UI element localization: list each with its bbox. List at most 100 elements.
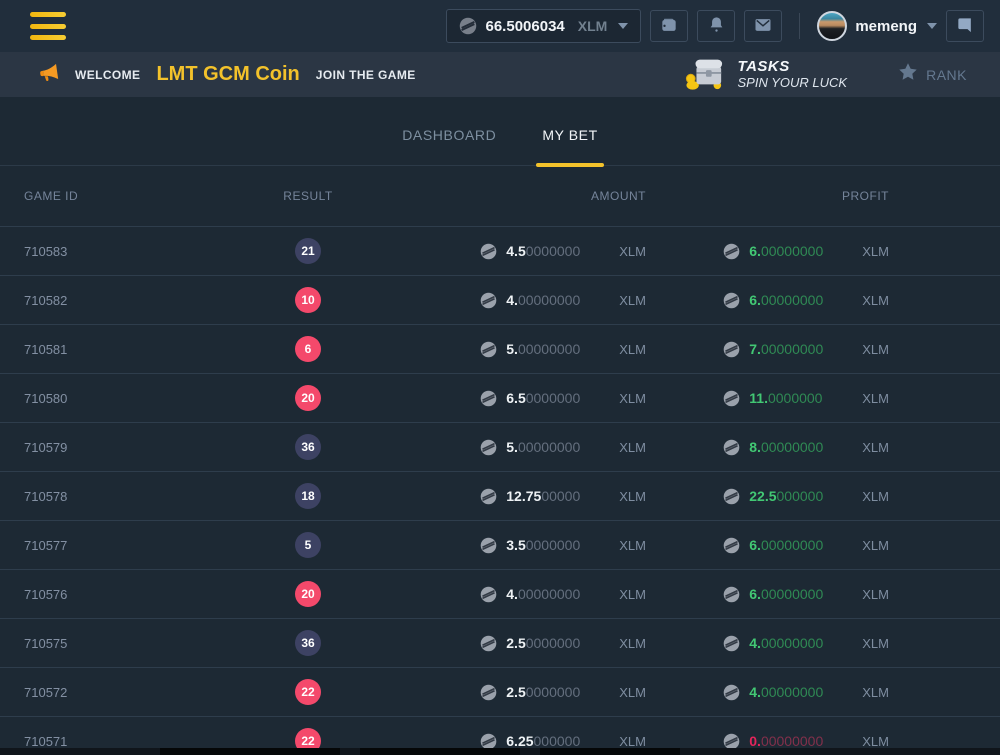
xlm-coin-icon bbox=[480, 684, 497, 701]
amount-cell: 4.50000000XLM bbox=[332, 243, 680, 260]
profit-value: 6.00000000 bbox=[749, 537, 845, 553]
game-id: 710571 bbox=[0, 734, 284, 749]
profit-cell: 7.00000000XLM bbox=[680, 341, 1000, 358]
profit-cell: 6.00000000XLM bbox=[680, 537, 1000, 554]
xlm-coin-icon bbox=[480, 390, 497, 407]
tasks-subtitle: SPIN YOUR LUCK bbox=[738, 76, 848, 91]
profit-cell: 8.00000000XLM bbox=[680, 439, 1000, 456]
xlm-coin-icon bbox=[480, 292, 497, 309]
result-cell: 20 bbox=[284, 385, 332, 411]
table-row: 710572222.50000000XLM4.00000000XLM bbox=[0, 668, 1000, 717]
xlm-coin-icon bbox=[723, 439, 740, 456]
my-bet-table: GAME ID RESULT AMOUNT PROFIT 710583214.5… bbox=[0, 166, 1000, 755]
notifications-button[interactable] bbox=[697, 10, 735, 42]
game-id: 710580 bbox=[0, 391, 284, 406]
game-id: 710581 bbox=[0, 342, 284, 357]
amount-cell: 6.50000000XLM bbox=[332, 390, 680, 407]
currency-label: XLM bbox=[619, 538, 646, 553]
amount-value: 12.7500000 bbox=[506, 488, 602, 504]
currency-label: XLM bbox=[862, 391, 889, 406]
profit-cell: 6.00000000XLM bbox=[680, 292, 1000, 309]
currency-label: XLM bbox=[862, 489, 889, 504]
amount-cell: 5.00000000 XLM bbox=[332, 439, 680, 456]
result-cell: 6 bbox=[284, 336, 332, 362]
chat-button[interactable] bbox=[946, 10, 984, 42]
currency-label: XLM bbox=[862, 685, 889, 700]
xlm-coin-icon bbox=[723, 488, 740, 505]
top-bar: 66.5006034 XLM memeng bbox=[0, 0, 1000, 52]
amount-cell: 4.00000000XLM bbox=[332, 292, 680, 309]
treasure-chest-icon bbox=[682, 53, 728, 96]
result-badge: 36 bbox=[295, 630, 321, 656]
result-badge: 21 bbox=[295, 238, 321, 264]
currency-label: XLM bbox=[619, 685, 646, 700]
table-header-row: GAME ID RESULT AMOUNT PROFIT bbox=[0, 166, 1000, 227]
amount-value: 4.00000000 bbox=[506, 586, 602, 602]
profit-value: 7.00000000 bbox=[749, 341, 845, 357]
profit-cell: 4.00000000XLM bbox=[680, 635, 1000, 652]
xlm-coin-icon bbox=[723, 243, 740, 260]
game-id: 710579 bbox=[0, 440, 284, 455]
tab-bar: DASHBOARD MY BET bbox=[0, 97, 1000, 166]
tab-my-bet[interactable]: MY BET bbox=[536, 127, 603, 165]
header-game-id: GAME ID bbox=[0, 189, 284, 203]
currency-label: XLM bbox=[619, 342, 646, 357]
username: memeng bbox=[855, 18, 917, 35]
currency-label: XLM bbox=[619, 489, 646, 504]
wallet-icon bbox=[659, 15, 679, 38]
messages-button[interactable] bbox=[744, 10, 782, 42]
profit-value: 22.5000000 bbox=[749, 488, 845, 504]
xlm-coin-icon bbox=[723, 390, 740, 407]
tasks-title: TASKS bbox=[738, 58, 848, 75]
result-badge: 36 bbox=[295, 434, 321, 460]
result-badge: 10 bbox=[295, 287, 321, 313]
tasks-shortcut[interactable]: TASKS SPIN YOUR LUCK bbox=[682, 53, 848, 96]
table-row: 710582 10 4.00000000XLM6.00000000XLM bbox=[0, 276, 1000, 325]
currency-label: XLM bbox=[862, 244, 889, 259]
chevron-down-icon bbox=[927, 23, 937, 29]
table-row: 71058165.00000000XLM7.00000000XLM bbox=[0, 325, 1000, 374]
result-cell: 36 bbox=[284, 434, 332, 460]
currency-label: XLM bbox=[619, 440, 646, 455]
profit-cell: 22.5000000 XLM bbox=[680, 488, 1000, 505]
bottom-strip bbox=[0, 748, 1000, 755]
xlm-coin-icon bbox=[480, 439, 497, 456]
amount-cell: 4.00000000XLM bbox=[332, 586, 680, 603]
profit-cell: 6.00000000XLM bbox=[680, 586, 1000, 603]
amount-value: 6.25000000 bbox=[506, 733, 602, 749]
balance-selector[interactable]: 66.5006034 XLM bbox=[446, 9, 642, 43]
welcome-suffix: JOIN THE GAME bbox=[316, 68, 416, 82]
tab-dashboard[interactable]: DASHBOARD bbox=[396, 127, 502, 165]
result-cell: 21 bbox=[284, 238, 332, 264]
xlm-coin-icon bbox=[723, 635, 740, 652]
result-badge: 22 bbox=[295, 679, 321, 705]
game-id: 710582 bbox=[0, 293, 284, 308]
xlm-coin-icon bbox=[723, 684, 740, 701]
currency-label: XLM bbox=[862, 293, 889, 308]
result-badge: 6 bbox=[295, 336, 321, 362]
result-cell: 18 bbox=[284, 483, 332, 509]
table-row: 71057753.50000000XLM6.00000000XLM bbox=[0, 521, 1000, 570]
result-cell: 10 bbox=[284, 287, 332, 313]
balance-currency: XLM bbox=[578, 18, 608, 34]
table-row: 710575362.50000000XLM4.00000000XLM bbox=[0, 619, 1000, 668]
xlm-coin-icon bbox=[480, 243, 497, 260]
xlm-coin-icon bbox=[459, 17, 477, 35]
profit-cell: 0.00000000XLM bbox=[680, 733, 1000, 750]
wallet-button[interactable] bbox=[650, 10, 688, 42]
xlm-coin-icon bbox=[480, 635, 497, 652]
welcome-banner: WELCOME LMT GCM Coin JOIN THE GAME TASKS… bbox=[0, 52, 1000, 97]
game-id: 710578 bbox=[0, 489, 284, 504]
currency-label: XLM bbox=[619, 293, 646, 308]
user-menu[interactable]: memeng bbox=[817, 11, 937, 41]
table-row: 710583214.50000000XLM6.00000000XLM bbox=[0, 227, 1000, 276]
amount-value: 5.00000000 bbox=[506, 439, 602, 455]
result-cell: 22 bbox=[284, 679, 332, 705]
hamburger-menu-icon[interactable] bbox=[30, 12, 66, 40]
xlm-coin-icon bbox=[480, 537, 497, 554]
mail-icon bbox=[753, 15, 773, 38]
game-id: 710577 bbox=[0, 538, 284, 553]
profit-cell: 6.00000000XLM bbox=[680, 243, 1000, 260]
rank-shortcut[interactable]: RANK bbox=[897, 61, 967, 88]
profit-value: 0.00000000 bbox=[749, 733, 845, 749]
